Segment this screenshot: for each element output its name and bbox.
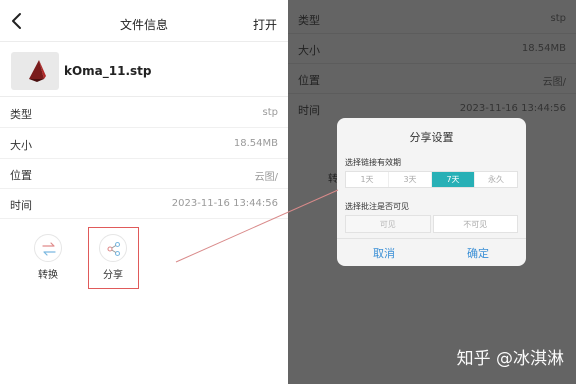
dimmed-info-value: stp: [550, 13, 566, 24]
dialog-title: 分享设置: [409, 131, 454, 144]
validity-option-1-day[interactable]: 1天: [346, 172, 389, 187]
validity-option-7-days[interactable]: 7天: [432, 172, 475, 187]
file-row: kOma_11.stp: [0, 42, 288, 97]
dimmed-info-label: 位置: [298, 74, 320, 87]
info-value: stp: [262, 107, 278, 118]
info-label: 时间: [10, 199, 32, 212]
dimmed-info-label: 类型: [298, 14, 320, 27]
file-thumbnail: [11, 52, 59, 90]
info-value: 云图/: [254, 172, 278, 183]
annotation-visibility-selector: 可见 不可见: [345, 215, 518, 233]
info-row-location: 位置 云图/: [0, 159, 288, 189]
dimmed-info-value: 2023-11-16 13:44:56: [459, 103, 566, 114]
convert-icon-circle: [34, 234, 62, 262]
convert-label: 转换: [38, 270, 58, 281]
info-label: 位置: [10, 169, 32, 182]
validity-option-permanent[interactable]: 永久: [475, 172, 517, 187]
convert-icon: [42, 242, 56, 256]
file-name: kOma_11.stp: [64, 64, 152, 78]
info-row-type: 类型 stp: [0, 98, 288, 128]
dimmed-info-label: 时间: [298, 104, 320, 117]
convert-button[interactable]: 转换: [23, 228, 73, 286]
validity-option-3-days[interactable]: 3天: [389, 172, 432, 187]
cancel-button[interactable]: 取消: [373, 245, 395, 261]
visibility-option-hidden[interactable]: 不可见: [432, 215, 518, 233]
validity-selector: 1天 3天 7天 永久: [345, 171, 518, 188]
dimmed-info-value: 云图/: [542, 77, 566, 88]
info-row-time: 时间 2023-11-16 13:44:56: [0, 189, 288, 219]
info-label: 大小: [10, 139, 32, 152]
info-row-size: 大小 18.54MB: [0, 129, 288, 159]
dimmed-info-value: 18.54MB: [521, 43, 566, 54]
share-settings-dialog: 分享设置 选择链接有效期 1天 3天 7天 永久 选择批注是否可见 可见 不可见…: [337, 118, 526, 266]
divider: [288, 33, 576, 34]
annotation-visibility-label: 选择批注是否可见: [345, 202, 409, 211]
dimmed-info-label: 大小: [298, 44, 320, 57]
model-preview-icon: [29, 60, 46, 82]
info-value: 2023-11-16 13:44:56: [171, 198, 278, 209]
page-title: 文件信息: [119, 18, 168, 32]
divider: [288, 63, 576, 64]
watermark: 知乎 @冰淇淋: [456, 349, 564, 369]
file-info-panel: 文件信息 打开 kOma_11.stp 类型 stp 大小 18.54MB 位置…: [0, 0, 288, 384]
share-dialog-screen: 类型 stp 大小 18.54MB 位置 云图/ 时间 2023-11-16 1…: [288, 0, 576, 384]
info-label: 类型: [10, 108, 32, 121]
open-button[interactable]: 打开: [253, 16, 277, 33]
divider: [288, 93, 576, 94]
validity-label: 选择链接有效期: [345, 158, 401, 167]
info-value: 18.54MB: [233, 138, 278, 149]
confirm-button[interactable]: 确定: [467, 245, 489, 261]
share-highlight-box: [88, 227, 139, 289]
dialog-button-divider: [337, 238, 526, 239]
visibility-option-visible[interactable]: 可见: [345, 215, 431, 233]
header-bar: 文件信息 打开: [0, 0, 288, 42]
